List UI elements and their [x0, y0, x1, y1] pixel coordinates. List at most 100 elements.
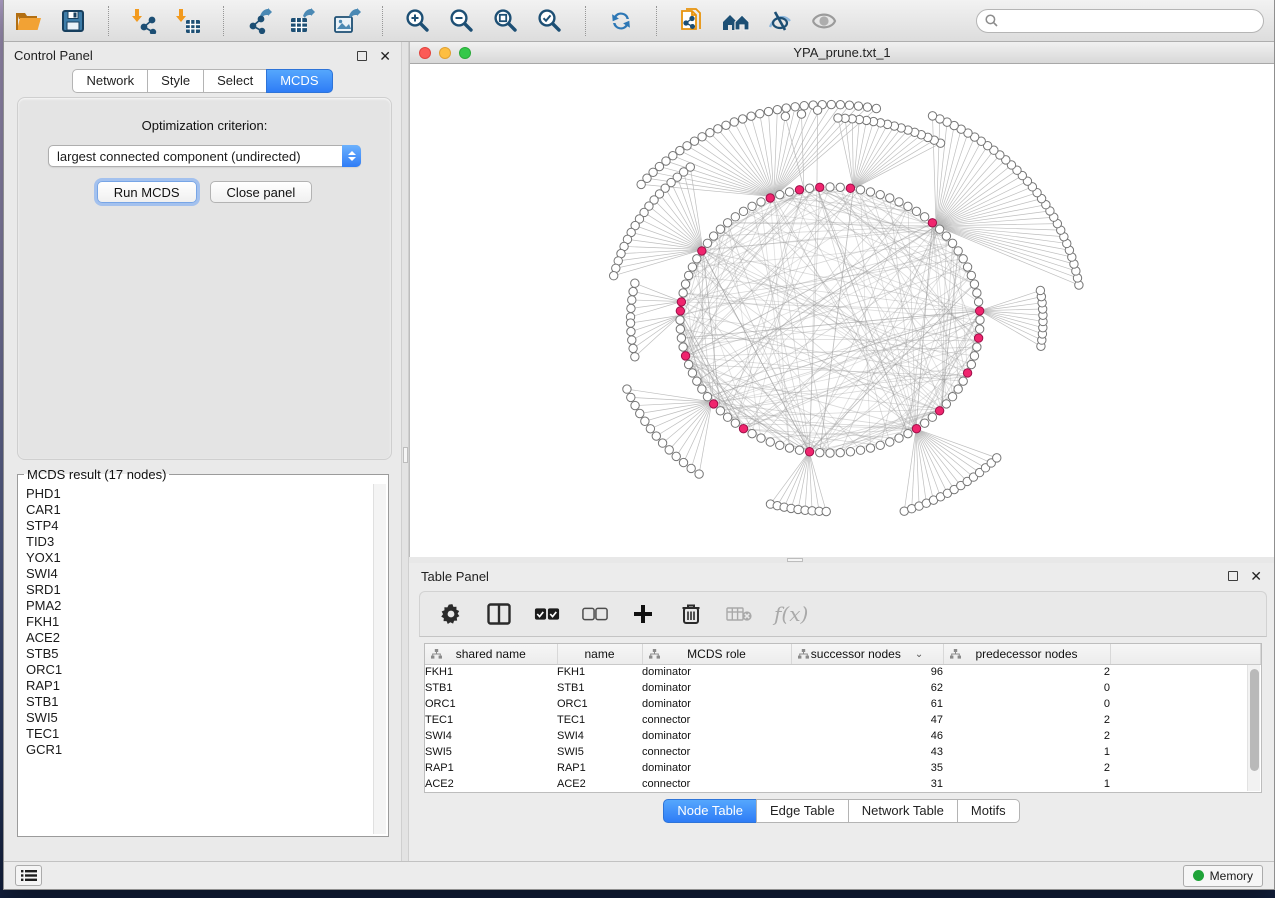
cell[interactable]: 2 [943, 664, 1110, 680]
network-node[interactable] [641, 417, 649, 425]
mcds-node[interactable] [963, 369, 971, 377]
cell[interactable]: 0 [943, 696, 1110, 712]
network-node[interactable] [973, 289, 981, 297]
network-node[interactable] [866, 188, 874, 196]
mcds-node[interactable] [974, 334, 982, 342]
network-node[interactable] [688, 263, 696, 271]
cell[interactable]: STB1 [557, 680, 642, 696]
mcds-node[interactable] [935, 407, 943, 415]
network-node[interactable] [795, 446, 803, 454]
network-node[interactable] [636, 409, 644, 417]
network-node[interactable] [627, 327, 635, 335]
network-node[interactable] [676, 325, 684, 333]
network-node[interactable] [690, 137, 698, 145]
network-node[interactable] [791, 103, 799, 111]
network-node[interactable] [836, 183, 844, 191]
delete-icon[interactable] [678, 601, 704, 627]
cell[interactable]: SWI5 [557, 744, 642, 760]
splitter-grip[interactable] [403, 447, 408, 463]
network-node[interactable] [836, 448, 844, 456]
network-node[interactable] [609, 272, 617, 280]
mcds-node[interactable] [912, 424, 920, 432]
refresh-icon[interactable] [606, 6, 636, 36]
network-node[interactable] [731, 213, 739, 221]
network-node[interactable] [976, 316, 984, 324]
close-panel-button[interactable]: Close panel [210, 181, 313, 203]
network-node[interactable] [693, 255, 701, 263]
network-node[interactable] [970, 280, 978, 288]
network-node[interactable] [679, 343, 687, 351]
network-node[interactable] [967, 360, 975, 368]
export-image-icon[interactable] [332, 6, 362, 36]
network-node[interactable] [703, 392, 711, 400]
mcds-node[interactable] [676, 307, 684, 315]
network-node[interactable] [714, 125, 722, 133]
run-mcds-button[interactable]: Run MCDS [97, 181, 197, 203]
network-node[interactable] [967, 271, 975, 279]
network-node[interactable] [628, 336, 636, 344]
cell[interactable]: RAP1 [557, 760, 642, 776]
cell[interactable]: 1 [943, 776, 1110, 792]
network-node[interactable] [646, 425, 654, 433]
network-node[interactable] [693, 377, 701, 385]
close-panel-icon[interactable]: ✕ [379, 51, 391, 61]
network-node[interactable] [748, 429, 756, 437]
network-node[interactable] [856, 446, 864, 454]
network-canvas[interactable] [410, 64, 1274, 557]
network-node[interactable] [816, 448, 824, 456]
table-row[interactable]: SWI4SWI4dominator462 [425, 728, 1261, 744]
network-node[interactable] [722, 121, 730, 129]
network-node[interactable] [748, 202, 756, 210]
network-node[interactable] [928, 112, 936, 120]
column-header-predecessor-nodes[interactable]: predecessor nodes [943, 644, 1110, 664]
mcds-result-list[interactable]: PHD1CAR1STP4TID3YOX1SWI4SRD1PMA2FKH1ACE2… [20, 484, 373, 834]
columns-icon[interactable] [486, 601, 512, 627]
network-node[interactable] [681, 280, 689, 288]
mcds-result-item[interactable]: SWI4 [26, 566, 373, 582]
cell[interactable]: ACE2 [425, 776, 557, 792]
table-row[interactable]: STB1STB1dominator620 [425, 680, 1261, 696]
cell[interactable]: dominator [642, 664, 791, 680]
zoom-in-icon[interactable] [403, 6, 433, 36]
mcds-result-item[interactable]: ACE2 [26, 630, 373, 646]
cell[interactable]: 1 [943, 792, 1110, 793]
mcds-result-item[interactable]: STP4 [26, 518, 373, 534]
cell[interactable]: 0 [943, 680, 1110, 696]
mcds-result-item[interactable]: TID3 [26, 534, 373, 550]
criterion-dropdown[interactable]: largest connected component (undirected) [48, 145, 361, 167]
network-node[interactable] [776, 190, 784, 198]
network-node[interactable] [738, 115, 746, 123]
add-column-icon[interactable] [630, 601, 656, 627]
mcds-node[interactable] [681, 352, 689, 360]
network-node[interactable] [942, 232, 950, 240]
column-header-shared-name[interactable]: shared name [425, 644, 557, 664]
table-row[interactable]: ACE2ACE2connector311 [425, 776, 1261, 792]
column-header-name[interactable]: name [557, 644, 642, 664]
network-node[interactable] [703, 239, 711, 247]
mcds-result-item[interactable]: PMA2 [26, 598, 373, 614]
cell[interactable]: dominator [642, 680, 791, 696]
cell[interactable]: RAP1 [425, 760, 557, 776]
mcds-result-item[interactable]: RAP1 [26, 678, 373, 694]
splitter-grip[interactable] [787, 558, 803, 562]
export-network-icon[interactable] [244, 6, 274, 36]
close-panel-icon[interactable]: ✕ [1250, 571, 1262, 581]
mcds-result-item[interactable]: STB1 [26, 694, 373, 710]
network-node[interactable] [895, 434, 903, 442]
mcds-node[interactable] [928, 219, 936, 227]
network-node[interactable] [739, 207, 747, 215]
mcds-result-item[interactable]: GCR1 [26, 742, 373, 758]
mcds-node[interactable] [739, 424, 747, 432]
cell[interactable]: connector [642, 744, 791, 760]
network-node[interactable] [629, 287, 637, 295]
zoom-fit-icon[interactable] [491, 6, 521, 36]
network-node[interactable] [973, 343, 981, 351]
cell[interactable]: ORC1 [425, 696, 557, 712]
mcds-node[interactable] [766, 194, 774, 202]
network-node[interactable] [959, 255, 967, 263]
network-node[interactable] [846, 448, 854, 456]
network-node[interactable] [679, 458, 687, 466]
cell[interactable]: SWI5 [425, 744, 557, 760]
network-node[interactable] [856, 186, 864, 194]
network-node[interactable] [920, 213, 928, 221]
